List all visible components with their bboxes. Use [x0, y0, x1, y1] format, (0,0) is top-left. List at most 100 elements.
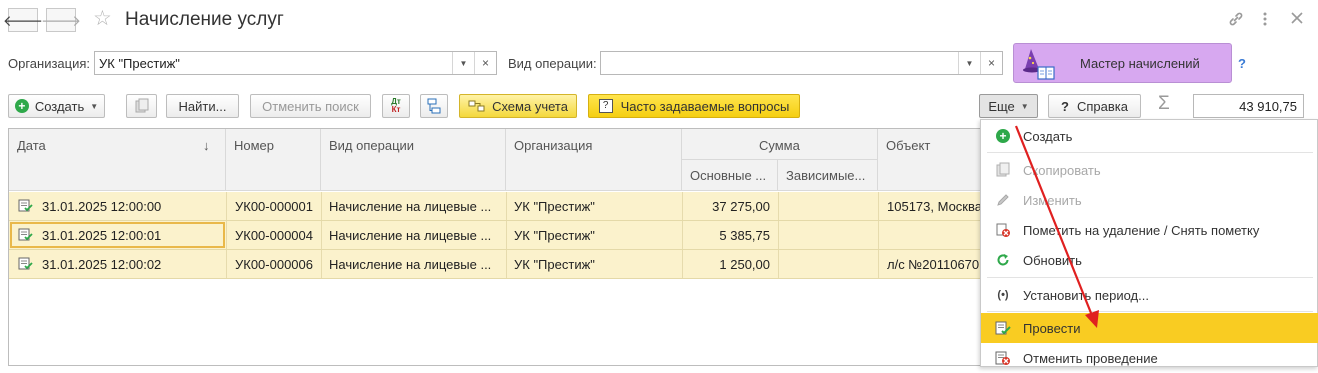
cell-number: УК00-000006 [235, 257, 313, 272]
back-button[interactable]: 🡐 [3, 8, 43, 32]
copy-icon [135, 98, 148, 113]
posted-document-icon [18, 199, 33, 212]
cell-operation-type: Начисление на лицевые ... [329, 228, 492, 243]
help-button[interactable]: ? Справка [1048, 94, 1141, 118]
delete-mark-icon [995, 222, 1011, 238]
cell-sum-main: 5 385,75 [719, 228, 770, 243]
wizard-icon [1023, 49, 1055, 80]
plus-icon: + [14, 99, 29, 113]
plus-icon: + [995, 128, 1011, 144]
cell-sum-main: 37 275,00 [712, 199, 770, 214]
sort-arrow-icon: ↓ [203, 138, 210, 153]
column-header-organization[interactable]: Организация [506, 129, 682, 191]
dt-kt-icon: Дт Кт [391, 97, 401, 114]
faq-button[interactable]: ? Часто задаваемые вопросы [588, 94, 800, 118]
column-header-sum-dependent[interactable]: Зависимые... [778, 160, 878, 191]
cell-organization: УК "Престиж" [514, 199, 595, 214]
more-vertical-icon[interactable] [1262, 11, 1268, 30]
create-button[interactable]: + Создать ▼ [8, 94, 105, 118]
sigma-icon: Σ [1158, 93, 1170, 114]
more-button[interactable]: Еще ▼ [979, 94, 1038, 118]
cell-number: УК00-000004 [235, 228, 313, 243]
help-link[interactable]: ? [1238, 56, 1246, 71]
cell-operation-type: Начисление на лицевые ... [329, 199, 492, 214]
cell-object: л/с №20110670 [887, 257, 980, 272]
menu-item-edit[interactable]: Изменить [981, 185, 1318, 215]
cell-sum-main: 1 250,00 [719, 257, 770, 272]
cell-operation-type: Начисление на лицевые ... [329, 257, 492, 272]
forward-arrow-icon: 🡒 [40, 12, 82, 30]
table-row[interactable]: 31.01.2025 12:00:02 УК00-000006 Начислен… [9, 250, 980, 279]
accounting-scheme-button[interactable]: Схема учета [459, 94, 577, 118]
find-label: Найти... [178, 98, 227, 114]
favorite-star-icon[interactable]: ☆ [93, 8, 112, 29]
structure-button[interactable] [420, 94, 448, 118]
cell-object: 105173, Москва [887, 199, 980, 214]
accounting-scheme-label: Схема учета [492, 98, 568, 114]
menu-item-unpost[interactable]: Отменить проведение [981, 343, 1318, 373]
dt-kt-button[interactable]: Дт Кт [382, 94, 410, 118]
unpost-icon [995, 350, 1011, 366]
chevron-down-icon[interactable]: ▼ [958, 52, 980, 74]
help-label: Справка [1076, 98, 1128, 114]
cancel-search-label: Отменить поиск [262, 98, 359, 114]
column-header-sum-main[interactable]: Основные ... [682, 160, 778, 191]
cell-organization: УК "Престиж" [514, 228, 595, 243]
forward-button[interactable]: 🡒 [41, 8, 81, 32]
table-row[interactable]: 31.01.2025 12:00:01 УК00-000004 Начислен… [9, 221, 980, 250]
close-icon[interactable] [1290, 11, 1304, 28]
clear-icon[interactable]: × [980, 52, 1002, 74]
menu-item-create[interactable]: + Создать [981, 121, 1318, 151]
wizard-button[interactable]: Мастер начислений [1013, 43, 1232, 83]
column-header-date[interactable]: Дата ↓ [9, 129, 226, 191]
cell-date: 31.01.2025 12:00:02 [42, 257, 162, 272]
link-icon[interactable] [1228, 11, 1244, 30]
menu-item-mark-delete[interactable]: Пометить на удаление / Снять пометку [981, 215, 1318, 245]
clear-icon[interactable]: × [474, 52, 496, 74]
question-icon: ? [1061, 98, 1069, 114]
total-sum-field: 43 910,75 [1193, 94, 1304, 118]
column-header-number[interactable]: Номер [226, 129, 321, 191]
organization-label: Организация: [8, 56, 91, 71]
pencil-icon [995, 192, 1011, 208]
period-icon: (•) [997, 289, 1009, 301]
posted-document-icon [18, 257, 33, 270]
question-icon: ? [598, 99, 613, 113]
cell-date: 31.01.2025 12:00:00 [42, 199, 162, 214]
copy-icon [995, 162, 1011, 178]
chevron-down-icon[interactable]: ▼ [452, 52, 474, 74]
cell-date: 31.01.2025 12:00:01 [42, 228, 162, 243]
create-label: Создать [34, 98, 85, 114]
page-title: Начисление услуг [125, 9, 284, 30]
refresh-icon [995, 252, 1011, 268]
structure-icon [427, 98, 441, 114]
scheme-icon [468, 100, 485, 112]
menu-item-post[interactable]: Провести [981, 313, 1318, 343]
chevron-down-icon: ▼ [1020, 101, 1029, 111]
wizard-label: Мастер начислений [1080, 56, 1200, 71]
chevron-down-icon: ▼ [90, 101, 99, 111]
organization-value: УК "Престиж" [99, 56, 180, 71]
faq-label: Часто задаваемые вопросы [620, 98, 790, 114]
more-menu: + Создать Скопировать Изменить Пометить … [980, 119, 1318, 367]
operation-type-label: Вид операции: [508, 56, 597, 71]
menu-item-copy[interactable]: Скопировать [981, 155, 1318, 185]
column-header-operation-type[interactable]: Вид операции [321, 129, 506, 191]
documents-table: Дата ↓ Номер Вид операции Организация Су… [8, 128, 980, 366]
back-arrow-icon: 🡐 [2, 12, 44, 30]
column-header-object[interactable]: Объект [878, 129, 980, 191]
find-button[interactable]: Найти... [166, 94, 239, 118]
menu-item-set-period[interactable]: (•) Установить период... [981, 280, 1318, 310]
menu-item-refresh[interactable]: Обновить [981, 245, 1318, 275]
table-row[interactable]: 31.01.2025 12:00:00 УК00-000001 Начислен… [9, 192, 980, 221]
post-icon [995, 320, 1011, 336]
cell-organization: УК "Престиж" [514, 257, 595, 272]
organization-field[interactable]: УК "Престиж" ▼ × [94, 51, 497, 75]
more-label: Еще [988, 98, 1015, 114]
cancel-search-button[interactable]: Отменить поиск [250, 94, 371, 118]
posted-document-icon [18, 228, 33, 241]
column-header-sum[interactable]: Сумма [682, 129, 878, 160]
cell-number: УК00-000001 [235, 199, 313, 214]
operation-type-field[interactable]: ▼ × [600, 51, 1003, 75]
copy-button[interactable] [126, 94, 157, 118]
